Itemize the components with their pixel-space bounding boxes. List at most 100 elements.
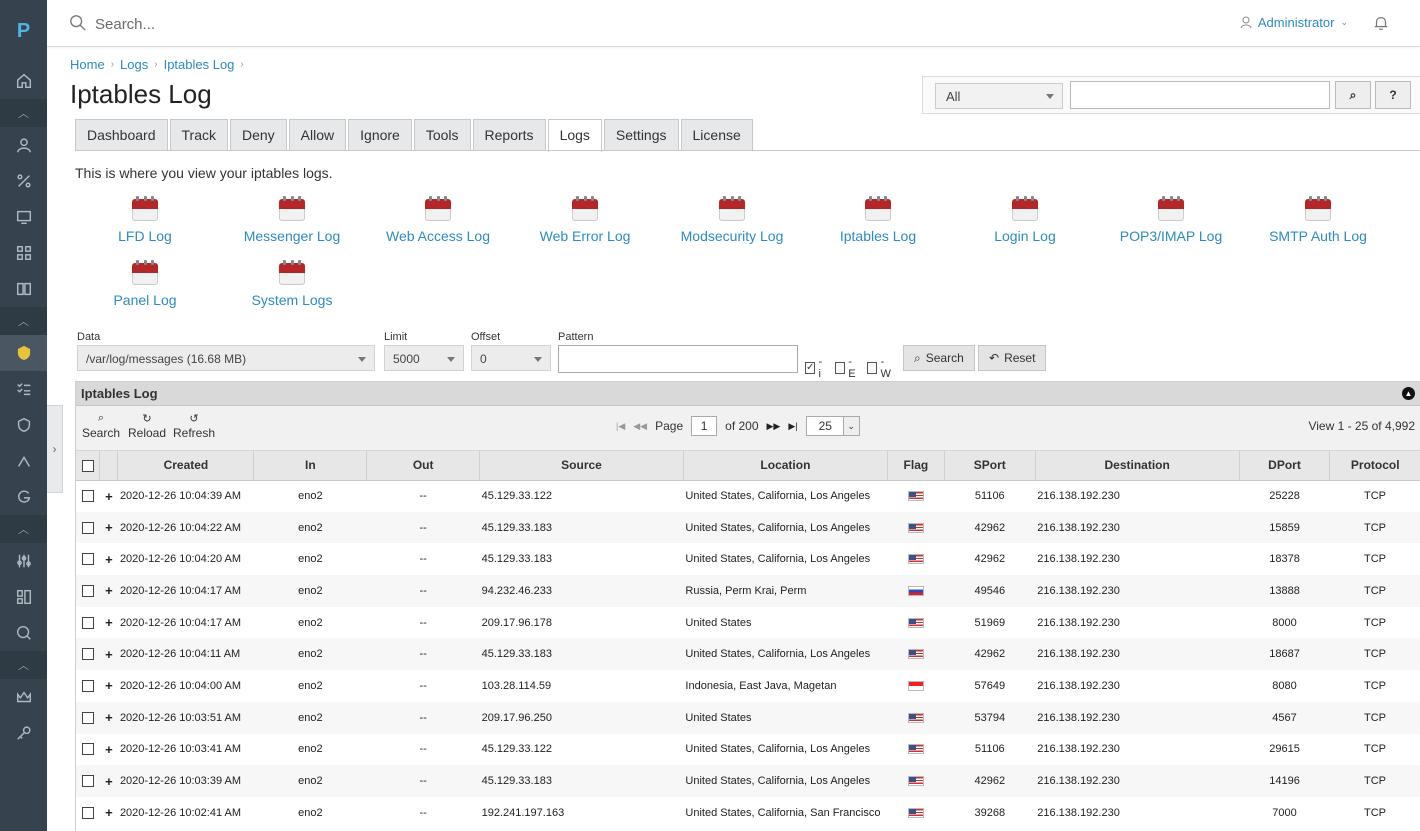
tab-dashboard[interactable]: Dashboard [75, 119, 168, 151]
col-source[interactable]: Source [479, 451, 684, 481]
offset-select[interactable]: 0 [471, 345, 551, 371]
key-icon[interactable] [0, 715, 47, 751]
tab-license[interactable]: License [680, 119, 753, 151]
tab-ignore[interactable]: Ignore [348, 119, 412, 151]
select-all-checkbox[interactable] [81, 460, 94, 473]
col-created[interactable]: Created [117, 451, 255, 481]
row-checkbox[interactable] [81, 806, 94, 819]
table-row[interactable]: +2020-12-26 10:02:41 AM eno2 -- 192.241.197… [76, 797, 1420, 829]
tab-deny[interactable]: Deny [229, 119, 287, 151]
col-destination[interactable]: Destination [1035, 451, 1240, 481]
book-icon[interactable] [0, 271, 47, 307]
col-location[interactable]: Location [683, 451, 888, 481]
expand-icon[interactable]: + [105, 583, 113, 598]
filter-input[interactable] [1070, 81, 1330, 109]
option-w[interactable]: -W [867, 356, 892, 380]
expand-icon[interactable]: + [105, 520, 113, 535]
row-checkbox[interactable] [81, 775, 94, 788]
row-checkbox[interactable] [81, 711, 94, 724]
row-checkbox[interactable] [81, 743, 94, 756]
col-out[interactable]: Out [366, 451, 481, 481]
tab-allow[interactable]: Allow [288, 119, 347, 151]
sidebar-toggle[interactable]: › [47, 405, 63, 493]
expand-icon[interactable]: + [105, 742, 113, 757]
col-in[interactable]: In [253, 451, 368, 481]
filter-search-button[interactable]: ⌕ [1335, 81, 1371, 109]
log-link-modsecurity[interactable]: Modsecurity Log [662, 196, 802, 244]
log-link-web-error[interactable]: Web Error Log [515, 196, 655, 244]
home-icon[interactable] [0, 63, 47, 99]
tab-settings[interactable]: Settings [603, 119, 679, 151]
help-bell-icon[interactable] [1372, 14, 1390, 32]
reset-button[interactable]: ↶ Reset [978, 345, 1047, 371]
log-link-login[interactable]: Login Log [955, 196, 1095, 244]
expand-icon[interactable]: + [105, 552, 113, 567]
table-row[interactable]: +2020-12-26 10:04:00 AM eno2 -- 103.28.114.… [76, 670, 1420, 702]
breadcrumb-logs[interactable]: Logs [120, 57, 148, 72]
table-row[interactable]: +2020-12-26 10:04:17 AM eno2 -- 209.17.96.1… [76, 607, 1420, 639]
prev-page-icon[interactable]: ◀◀ [633, 421, 647, 432]
data-source-select[interactable]: /var/log/messages (16.68 MB) [77, 345, 375, 371]
security-shield-icon[interactable] [0, 407, 47, 443]
table-row[interactable]: +2020-12-26 10:04:20 AM eno2 -- 45.129.33.1… [76, 543, 1420, 575]
collapse-icon[interactable]: ▲ [1402, 387, 1415, 400]
sliders-icon[interactable] [0, 543, 47, 579]
chevron-up-icon[interactable]: ︿ [0, 307, 47, 335]
table-row[interactable]: +2020-12-26 10:04:11 AM eno2 -- 45.129.33.1… [76, 638, 1420, 671]
limit-select[interactable]: 5000 [384, 345, 464, 371]
table-row[interactable]: +2020-12-26 10:03:39 AM eno2 -- 45.129.33.1… [76, 765, 1420, 797]
log-link-web-access[interactable]: Web Access Log [368, 196, 508, 244]
rows-per-page-select[interactable]: 25 ⌄ [805, 416, 860, 436]
log-link-iptables[interactable]: Iptables Log [808, 196, 948, 244]
checkbox-checked[interactable]: ✓ [805, 362, 816, 374]
log-link-lfd[interactable]: LFD Log [75, 196, 215, 244]
col-protocol[interactable]: Protocol [1329, 451, 1420, 481]
log-link-pop3-imap[interactable]: POP3/IMAP Log [1101, 196, 1241, 244]
row-checkbox[interactable] [81, 490, 94, 503]
help-button[interactable]: ? [1375, 81, 1411, 109]
percent-icon[interactable] [0, 163, 47, 199]
chevron-up-icon[interactable]: ︿ [0, 515, 47, 543]
col-dport[interactable]: DPort [1239, 451, 1331, 481]
row-checkbox[interactable] [81, 680, 94, 693]
tab-reports[interactable]: Reports [472, 119, 546, 151]
last-page-icon[interactable]: ▶| [788, 421, 797, 432]
table-row[interactable]: +2020-12-26 10:04:39 AM eno2 -- 45.129.33.1… [76, 480, 1420, 512]
option-e[interactable]: -E [835, 356, 857, 380]
wand-icon[interactable] [0, 443, 47, 479]
checkbox[interactable] [835, 362, 846, 374]
first-page-icon[interactable]: |◀ [616, 421, 625, 432]
col-sport[interactable]: SPort [944, 451, 1036, 481]
row-checkbox[interactable] [81, 553, 94, 566]
pattern-input[interactable] [558, 345, 798, 373]
expand-icon[interactable]: + [105, 489, 113, 504]
expand-icon[interactable]: + [105, 647, 113, 662]
table-row[interactable]: +2020-12-26 10:04:17 AM eno2 -- 94.232.46.2… [76, 575, 1420, 607]
dashboard-icon[interactable] [0, 579, 47, 615]
search-stats-icon[interactable] [0, 615, 47, 651]
logo[interactable]: P [0, 0, 47, 63]
row-checkbox[interactable] [81, 521, 94, 534]
log-link-smtp-auth[interactable]: SMTP Auth Log [1248, 196, 1388, 244]
reload-button[interactable]: ↻ Reload [128, 412, 166, 440]
row-checkbox[interactable] [81, 584, 94, 597]
next-page-icon[interactable]: ▶▶ [767, 421, 781, 432]
user-menu[interactable]: Administrator ⌄ [1240, 15, 1348, 30]
search-button[interactable]: ⌕ Search [903, 345, 975, 371]
expand-icon[interactable]: + [105, 615, 113, 630]
crown-icon[interactable] [0, 679, 47, 715]
log-link-system[interactable]: System Logs [222, 260, 362, 308]
grid-search-button[interactable]: ⌕ Search [82, 412, 120, 440]
checkbox[interactable] [867, 362, 878, 374]
option-i[interactable]: ✓ -i [805, 356, 824, 380]
table-row[interactable]: +2020-12-26 10:03:51 AM eno2 -- 209.17.96.2… [76, 701, 1420, 734]
checklist-icon[interactable] [0, 371, 47, 407]
expand-icon[interactable]: + [105, 710, 113, 725]
table-row[interactable]: +2020-12-26 10:04:22 AM eno2 -- 45.129.33.1… [76, 511, 1420, 544]
page-input[interactable]: 1 [691, 416, 718, 436]
row-checkbox[interactable] [81, 648, 94, 661]
tab-tools[interactable]: Tools [413, 119, 471, 151]
expand-icon[interactable]: + [105, 678, 113, 693]
chevron-up-icon[interactable]: ︿ [0, 651, 47, 679]
breadcrumb-home[interactable]: Home [70, 57, 105, 72]
